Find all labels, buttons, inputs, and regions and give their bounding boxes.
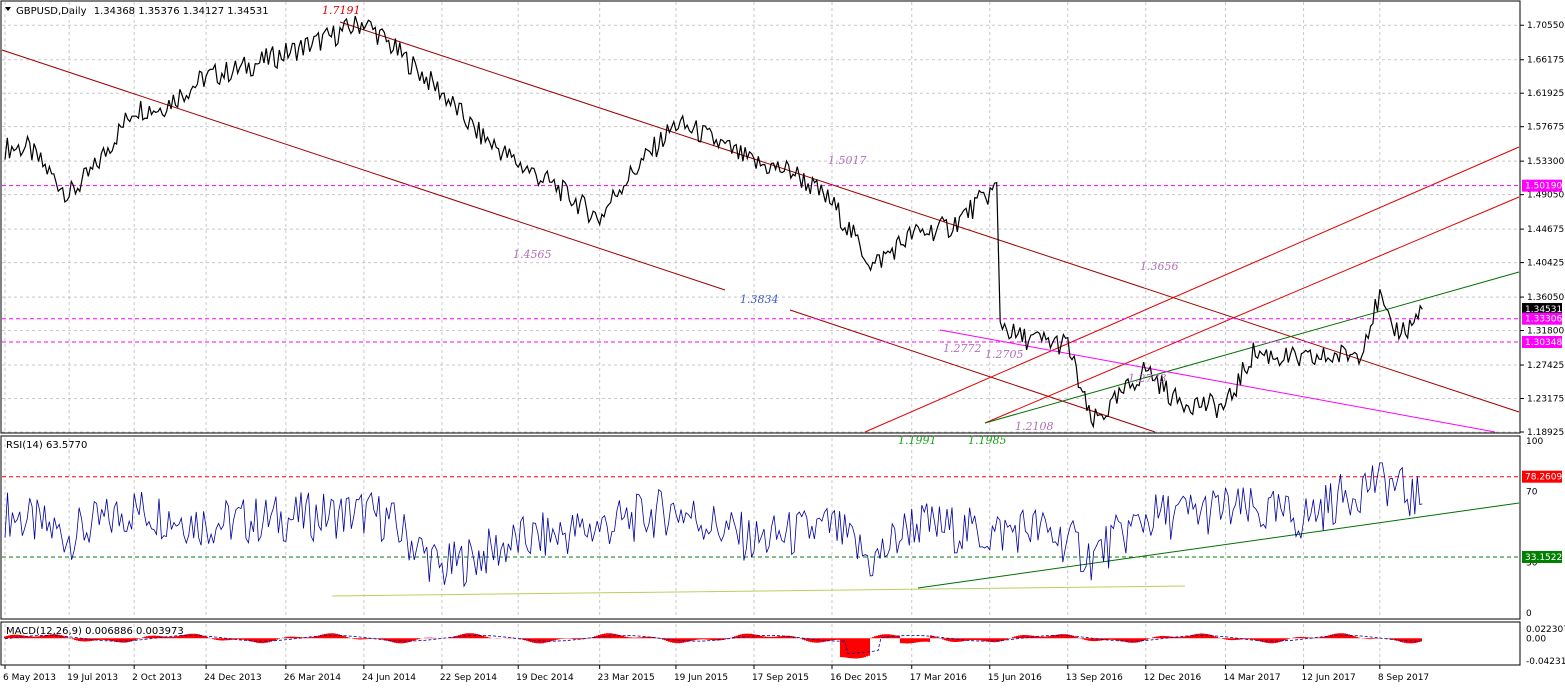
price-annotation: 1.2772 [943,342,982,355]
price-annotation: 1.1991 [898,434,937,447]
rsi-title: RSI(14) 63.5770 [6,440,87,451]
x-tick-label: 22 Sep 2014 [440,673,497,683]
price-level-tag-label: 1.50190 [1525,182,1562,192]
rsi-tick-label: 0 [1526,609,1532,619]
x-tick-label: 17 Sep 2015 [752,673,809,683]
x-tick-label: 8 Sep 2017 [1378,673,1429,683]
x-tick-label: 12 Dec 2016 [1144,673,1202,683]
x-tick-label: 17 Mar 2016 [910,673,967,683]
price-annotation: 1.3834 [740,293,779,306]
x-tick-label: 16 Dec 2015 [830,673,888,683]
chart-canvas: 1.71911.50171.45651.38341.36561.2772 1.27… [0,0,1565,683]
price-tick-label: 1.61925 [1527,89,1564,99]
price-annotation: 1.3656 [1140,260,1179,273]
x-tick-label: 15 Jun 2016 [988,673,1042,683]
macd-tick-label: -0.042312 [1526,657,1565,667]
chart-title: GBPUSD,Daily 1.34368 1.35376 1.34127 1.3… [16,6,269,17]
x-tick-label: 19 Jul 2013 [67,673,118,683]
rsi-level-tag-label: 33.1522 [1525,553,1562,563]
price-annotation: 1.5017 [828,154,867,167]
price-annotation: 1.4565 [513,248,552,261]
price-tick-label: 1.40425 [1527,259,1564,269]
price-tick-label: 1.49050 [1527,191,1564,201]
price-level-tag-label: 1.33306 [1525,315,1562,325]
price-tick-label: 1.70550 [1527,21,1564,31]
rsi-pane [0,435,1521,620]
x-tick-label: 26 Mar 2014 [284,673,341,683]
x-tick-label: 2 Oct 2013 [132,673,182,683]
rsi-tick-label: 100 [1526,437,1543,447]
x-tick-label: 14 Mar 2017 [1224,673,1281,683]
price-tick-label: 1.36050 [1527,293,1564,303]
price-level-tag-label: 1.30348 [1525,338,1562,348]
x-tick-label: 23 Mar 2015 [598,673,655,683]
rsi-tick-label: 70 [1526,487,1538,497]
x-tick-label: 13 Sep 2016 [1066,673,1123,683]
price-tick-label: 1.27425 [1527,361,1564,371]
price-tick-label: 1.53300 [1527,157,1564,167]
price-annotation: 1.2108 [1015,420,1054,433]
x-tick-label: 24 Jun 2014 [362,673,416,683]
price-tick-label: 1.23175 [1527,395,1564,405]
price-tick-label: 1.44675 [1527,225,1564,235]
x-axis-ticks: 6 May 2013 19 Jul 2013 2 Oct 2013 24 Dec 20… [3,665,1429,683]
price-tick-label: 1.31800 [1527,327,1564,337]
price-pane [0,0,1521,434]
price-annotation: 1.2773 [1128,372,1167,385]
price-tick-label: 1.57675 [1527,123,1564,133]
price-tick-label: 1.66175 [1527,56,1564,66]
x-tick-label: 6 May 2013 [3,673,56,683]
x-tick-label: 19 Jun 2015 [674,673,728,683]
price-annotation: 1.7191 [322,4,361,17]
macd-title: MACD(12,26,9) 0.006886 0.003973 [6,626,184,637]
x-tick-label: 24 Dec 2013 [204,673,262,683]
macd-pane [0,621,1521,666]
price-annotation: 1.1985 [968,434,1007,447]
x-tick-label: 12 Jun 2017 [1302,673,1356,683]
macd-tick-label: 0.00 [1526,634,1546,644]
rsi-level-tag-label: 78.2609 [1525,473,1562,483]
level-tags: 1.501901.345311.333061.3034878.260933.15… [1522,179,1562,563]
x-tick-label: 19 Dec 2014 [516,673,574,683]
price-annotation: 1.2705 [985,348,1024,361]
